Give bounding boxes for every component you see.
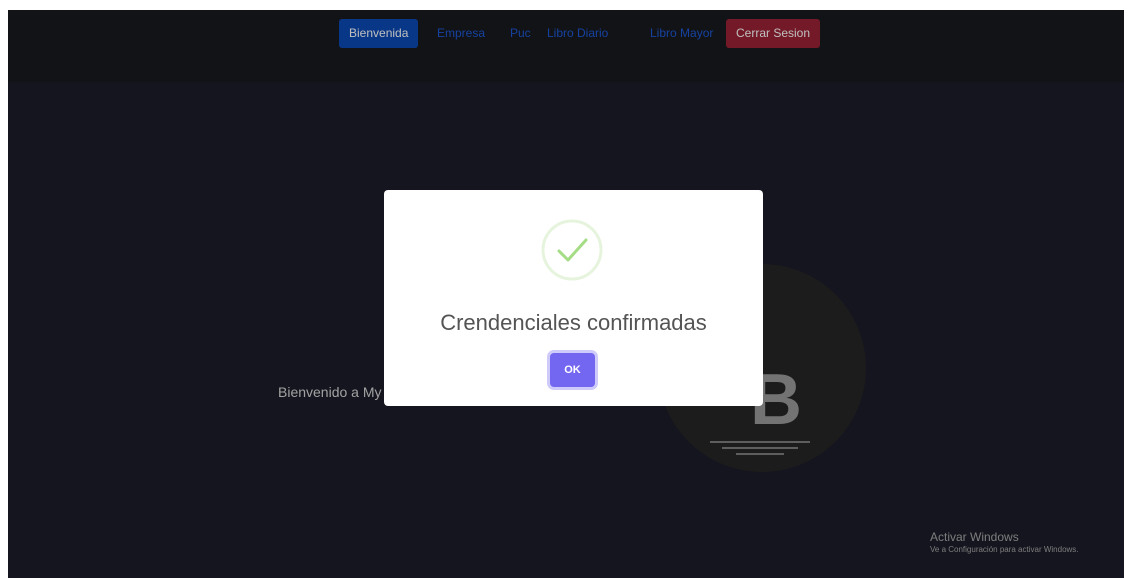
success-dialog: Crendenciales confirmadas OK <box>384 190 763 406</box>
checkmark-icon <box>541 219 603 281</box>
app-screen: Bienvenida Empresa Puc Libro Diario Libr… <box>8 10 1124 578</box>
ok-button[interactable]: OK <box>550 353 595 387</box>
dialog-title: Crendenciales confirmadas <box>440 310 707 335</box>
